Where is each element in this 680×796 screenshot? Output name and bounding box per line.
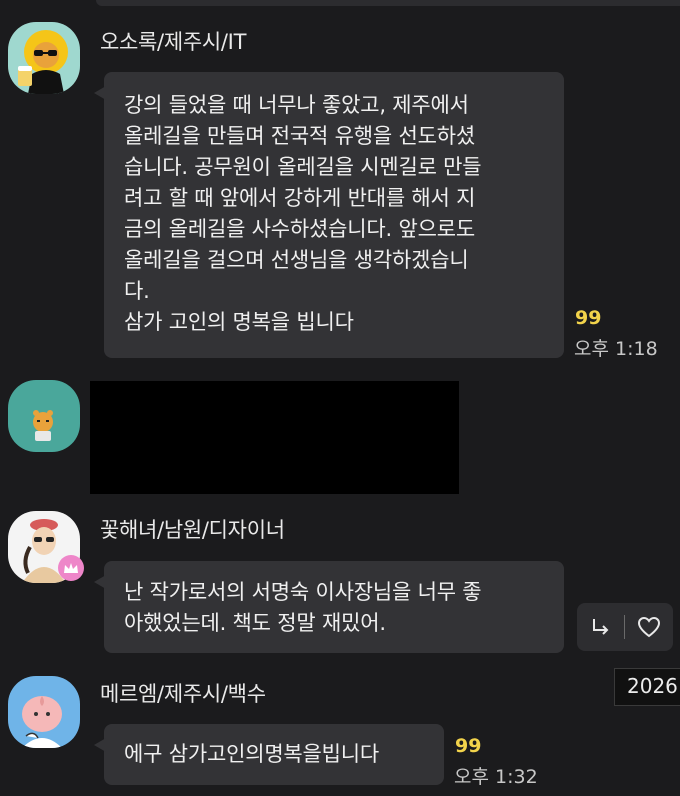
sender-name: 꽃해녀/남원/디자이너 [100, 518, 285, 542]
message-line: 삼가 고인의 명복을 빕니다 [124, 310, 354, 334]
message-line: 려고 할 때 앞에서 강하게 반대를 해서 지 [124, 186, 476, 210]
message-bubble[interactable]: 강의 들었을 때 너무나 좋았고, 제주에서 올레길을 만들며 전국적 유행을 … [94, 72, 564, 358]
avatar-orosok[interactable] [8, 22, 80, 94]
unread-count: 99 [575, 307, 602, 329]
bubble-tail [94, 86, 106, 100]
ryan-avatar-teal [8, 380, 80, 452]
reply-arrow-icon [592, 619, 608, 635]
message-bubble[interactable]: 에구 삼가고인의명복을빕니다 [94, 724, 444, 785]
unread-count: 99 [455, 735, 482, 757]
message-line: 습니다. 공무원이 올레길을 시멘길로 만들 [124, 155, 482, 179]
message-line: 난 작가로서의 서명숙 이사장님을 너무 좋 [124, 580, 482, 604]
reply-button[interactable] [577, 603, 624, 651]
crown-icon [58, 555, 84, 581]
sender-name: 오소록/제주시/IT [100, 30, 247, 54]
previous-message-edge [96, 0, 680, 6]
date-tooltip: 2026 [614, 668, 680, 706]
heart-icon [637, 616, 660, 638]
message-line: 올레길을 만들며 전국적 유행을 선도하셨 [124, 124, 475, 148]
message-bubble[interactable]: 난 작가로서의 서명숙 이사장님을 너무 좋 아했었는데. 책도 정말 재밌어. [94, 561, 564, 653]
message-time: 오후 1:18 [574, 338, 658, 360]
bubble-tail [94, 575, 106, 589]
message-line: 다. [124, 279, 150, 303]
redacted-message [90, 381, 459, 494]
message-line: 강의 들었을 때 너무나 좋았고, 제주에서 [124, 93, 469, 117]
avatar-merem[interactable] [8, 676, 80, 748]
bubble-tail [94, 738, 106, 752]
message-line: 금의 올레길을 사수하셨습니다. 앞으로도 [124, 217, 475, 241]
sender-name: 메르엠/제주시/백수 [100, 682, 266, 706]
message-line: 에구 삼가고인의명복을빕니다 [124, 742, 380, 766]
avatar-ryan[interactable] [8, 380, 80, 452]
ryan-lion-beer-avatar [8, 22, 80, 94]
message-line: 올레길을 걸으며 선생님을 생각하겠습니 [124, 248, 469, 272]
message-time: 오후 1:32 [454, 766, 538, 788]
message-line: 아했었는데. 책도 정말 재밌어. [124, 611, 386, 635]
apeach-avatar [8, 676, 80, 748]
message-actions [577, 603, 673, 651]
like-button[interactable] [625, 603, 672, 651]
